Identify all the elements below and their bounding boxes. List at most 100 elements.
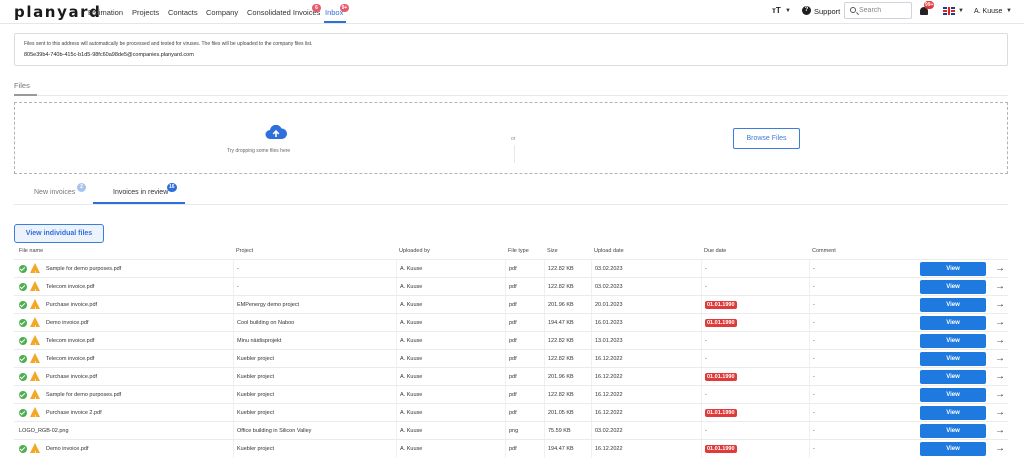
search-box[interactable] — [844, 2, 912, 19]
table-row[interactable]: ! Demo invoice.pdf Kuebler project A. Kuuse… — [14, 439, 1008, 458]
size-cell: 201.96 KB — [544, 296, 591, 314]
file-name-cell: ! Demo invoice.pdf — [14, 440, 233, 458]
table-row[interactable]: ! Purchase invoice.pdf Kuebler project A. K… — [14, 367, 1008, 386]
table-row[interactable]: ! Purchase invoice 2.pdf Kuebler project A.… — [14, 403, 1008, 422]
arrow-right-icon[interactable]: → — [994, 332, 1006, 350]
project-cell: Kuebler project — [233, 350, 396, 368]
size-cell: 122.82 KB — [544, 350, 591, 368]
inbox-email-address[interactable]: 805e39b4-740b-415c-b1d5-98fc60a98de5@com… — [24, 52, 194, 58]
or-separator: or — [511, 136, 516, 142]
arrow-right-icon[interactable]: → — [994, 314, 1006, 332]
table-row[interactable]: ! Demo invoice.pdf Cool building on Naboo A… — [14, 313, 1008, 332]
due-date-cell: 01.01.1990 — [701, 440, 809, 458]
due-date-cell: - — [701, 332, 809, 350]
view-button[interactable]: View — [920, 262, 986, 276]
arrow-right-icon[interactable]: → — [994, 386, 1006, 404]
file-name[interactable]: Sample for demo purposes.pdf — [46, 386, 121, 404]
user-menu[interactable]: A. Kuuse — [974, 8, 1002, 15]
file-dropzone[interactable]: Try dropping some files here or Browse F… — [14, 102, 1008, 174]
files-title-underline — [14, 94, 37, 96]
file-type-cell: pdf — [505, 332, 544, 350]
arrow-right-icon[interactable]: → — [994, 440, 1006, 458]
file-type-cell: png — [505, 422, 544, 440]
size-cell: 122.82 KB — [544, 332, 591, 350]
file-name[interactable]: Demo invoice.pdf — [46, 314, 89, 332]
file-name[interactable]: Telecom invoice.pdf — [46, 332, 94, 350]
file-name[interactable]: Demo invoice.pdf — [46, 440, 89, 458]
due-date-cell: - — [701, 386, 809, 404]
view-button[interactable]: View — [920, 316, 986, 330]
file-name[interactable]: Purchase invoice.pdf — [46, 296, 97, 314]
view-button[interactable]: View — [920, 370, 986, 384]
upload-date-cell: 03.02.2023 — [591, 260, 701, 278]
upload-date-cell: 16.12.2022 — [591, 404, 701, 422]
tab-invoices-in-review[interactable]: Invoices in review — [113, 189, 168, 196]
cloud-upload-icon — [265, 125, 287, 139]
uk-flag-icon[interactable] — [943, 7, 955, 15]
view-button[interactable]: View — [920, 352, 986, 366]
view-button[interactable]: View — [920, 280, 986, 294]
project-cell: - — [233, 278, 396, 296]
view-button[interactable]: View — [920, 298, 986, 312]
help-icon[interactable]: ? — [802, 6, 811, 15]
virus-check-ok-icon — [19, 319, 27, 327]
language-chevron-icon[interactable]: ▼ — [958, 8, 964, 14]
table-row[interactable]: ! Sample for demo purposes.pdf Kuebler pro… — [14, 385, 1008, 404]
file-name[interactable]: Sample for demo purposes.pdf — [46, 260, 121, 278]
table-row[interactable]: ! Telecom invoice.pdf - A. Kuuse pdf 122.82 K… — [14, 277, 1008, 296]
file-name[interactable]: Telecom invoice.pdf — [46, 350, 94, 368]
virus-check-ok-icon — [19, 337, 27, 345]
nav-item-company[interactable]: Company — [206, 8, 238, 17]
user-chevron-icon[interactable]: ▼ — [1006, 8, 1012, 14]
uploaded-by-cell: A. Kuuse — [396, 278, 505, 296]
view-individual-files-button[interactable]: View individual files — [14, 224, 104, 243]
col-upload-date[interactable]: Upload date — [594, 248, 624, 254]
tab-new-invoices[interactable]: New invoices — [34, 189, 75, 196]
file-name[interactable]: Purchase invoice.pdf — [46, 368, 97, 386]
col-file-type[interactable]: File type — [508, 248, 529, 254]
view-button[interactable]: View — [920, 442, 986, 456]
col-size[interactable]: Size — [547, 248, 558, 254]
nav-item-projects[interactable]: Projects — [132, 8, 159, 17]
col-comment[interactable]: Comment — [812, 248, 836, 254]
chevron-down-icon[interactable]: ▼ — [785, 8, 791, 14]
arrow-right-icon[interactable]: → — [994, 368, 1006, 386]
table-row[interactable]: ! Sample for demo purposes.pdf - A. Kuuse pd… — [14, 259, 1008, 278]
table-row[interactable]: LOGO_RGB-02.png Office building in Silico… — [14, 421, 1008, 440]
search-input[interactable] — [859, 4, 909, 17]
file-name[interactable]: Telecom invoice.pdf — [46, 278, 94, 296]
arrow-right-icon[interactable]: → — [994, 404, 1006, 422]
view-button[interactable]: View — [920, 406, 986, 420]
arrow-right-icon[interactable]: → — [994, 260, 1006, 278]
arrow-right-icon[interactable]: → — [994, 422, 1006, 440]
col-due-date[interactable]: Due date — [704, 248, 726, 254]
nav-item-contacts[interactable]: Contacts — [168, 8, 198, 17]
view-button[interactable]: View — [920, 334, 986, 348]
arrow-right-icon[interactable]: → — [994, 278, 1006, 296]
active-nav-indicator — [324, 21, 346, 23]
file-name[interactable]: Purchase invoice 2.pdf — [46, 404, 102, 422]
arrow-right-icon[interactable]: → — [994, 350, 1006, 368]
comment-cell: - — [809, 368, 917, 386]
file-name-cell: ! Purchase invoice 2.pdf — [14, 404, 233, 422]
nav-item-consolidated-invoices[interactable]: Consolidated Invoices — [247, 8, 320, 17]
file-name-cell: ! Purchase invoice.pdf — [14, 368, 233, 386]
table-row[interactable]: ! Telecom invoice.pdf Kuebler project A. Ku… — [14, 349, 1008, 368]
text-size-icon[interactable]: ᴛT — [772, 6, 781, 15]
table-row[interactable]: ! Telecom invoice.pdf Minu näidisprojekt A.… — [14, 331, 1008, 350]
file-name-cell: ! Telecom invoice.pdf — [14, 332, 233, 350]
table-header: File name Project Uploaded by File type … — [14, 246, 1008, 258]
view-button[interactable]: View — [920, 424, 986, 438]
support-link[interactable]: Support — [814, 7, 840, 16]
view-button[interactable]: View — [920, 388, 986, 402]
nav-item-estimation[interactable]: Estimation — [88, 8, 123, 17]
col-project[interactable]: Project — [236, 248, 253, 254]
arrow-right-icon[interactable]: → — [994, 296, 1006, 314]
virus-check-ok-icon — [19, 265, 27, 273]
col-file-name[interactable]: File name — [19, 248, 43, 254]
browse-files-button[interactable]: Browse Files — [733, 128, 800, 149]
col-uploaded-by[interactable]: Uploaded by — [399, 248, 430, 254]
table-row[interactable]: ! Purchase invoice.pdf EMPenergy demo proj… — [14, 295, 1008, 314]
file-name[interactable]: LOGO_RGB-02.png — [19, 422, 69, 440]
size-cell: 122.82 KB — [544, 278, 591, 296]
